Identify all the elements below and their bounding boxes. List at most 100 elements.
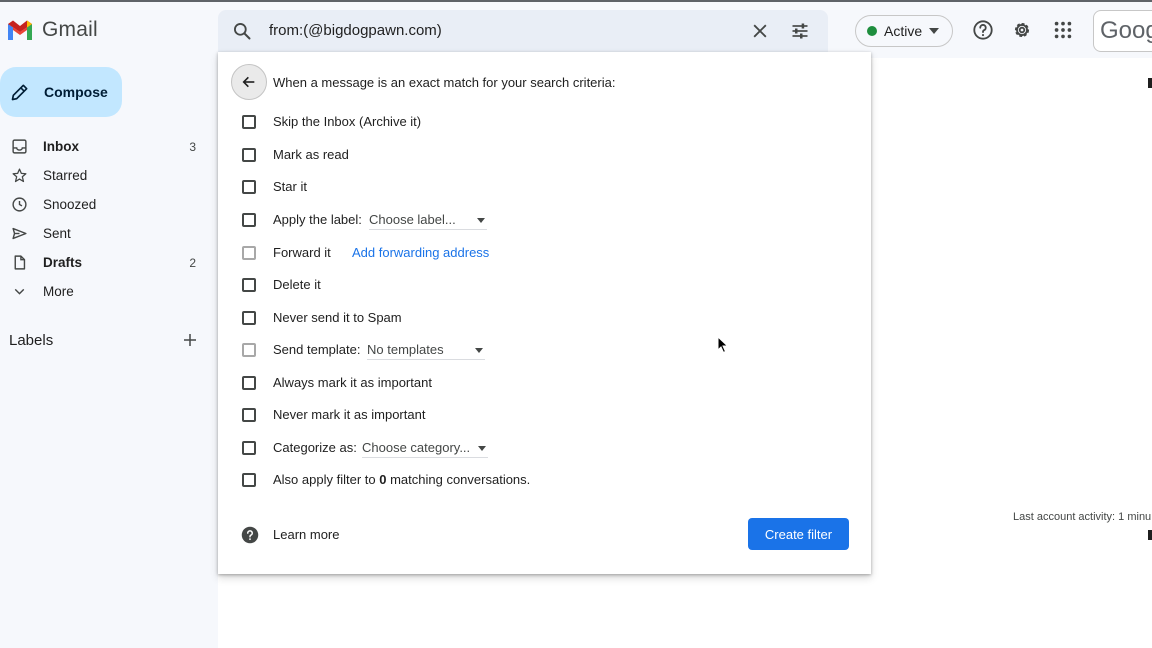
forward-checkbox[interactable] — [242, 246, 256, 260]
option-send-template: Send template: No templates — [242, 340, 502, 360]
also-apply-prefix: Also apply filter to — [273, 472, 376, 487]
option-label: Categorize as: — [273, 440, 357, 455]
option-label: Send template: — [273, 342, 361, 357]
caret-down-icon — [929, 28, 940, 34]
sidebar-item-label: Drafts — [43, 255, 83, 270]
help-circle-icon — [241, 526, 259, 544]
sidebar-item-drafts[interactable]: Drafts 2 — [0, 248, 210, 277]
sidebar-item-label: Sent — [43, 226, 71, 241]
option-label: Skip the Inbox (Archive it) — [273, 114, 422, 129]
mark-read-checkbox[interactable] — [242, 148, 256, 162]
option-never-spam: Never send it to Spam — [242, 308, 402, 328]
learn-more-link[interactable]: Learn more — [273, 527, 339, 542]
plus-icon[interactable] — [181, 331, 199, 349]
send-template-checkbox[interactable] — [242, 343, 256, 357]
option-also-apply: Also apply filter to 0 matching conversa… — [242, 470, 562, 490]
apply-label-checkbox[interactable] — [242, 213, 256, 227]
search-options-icon[interactable] — [790, 21, 810, 41]
sidebar-item-label: More — [43, 284, 74, 299]
option-forward: Forward it Add forwarding address — [242, 243, 542, 263]
gmail-logo[interactable]: Gmail — [6, 18, 98, 42]
gmail-m-icon — [8, 20, 32, 40]
create-filter-panel: When a message is an exact match for you… — [218, 52, 871, 574]
sidebar-item-starred[interactable]: Starred — [0, 161, 210, 190]
option-never-important: Never mark it as important — [242, 405, 425, 425]
label-select[interactable]: Choose label... — [369, 210, 487, 230]
never-important-checkbox[interactable] — [242, 408, 256, 422]
never-spam-checkbox[interactable] — [242, 311, 256, 325]
option-label: Delete it — [273, 277, 321, 292]
arrow-left-icon — [242, 76, 255, 88]
send-icon — [12, 227, 27, 240]
create-filter-button[interactable]: Create filter — [748, 518, 849, 550]
option-mark-read: Mark as read — [242, 145, 349, 165]
sidebar-item-label: Snoozed — [43, 197, 97, 212]
option-label: Forward it — [273, 245, 331, 260]
search-bar[interactable]: from:(@bigdogpawn.com) — [218, 10, 828, 52]
edge-control-fragment — [1148, 530, 1152, 540]
category-select[interactable]: Choose category... — [362, 438, 488, 458]
add-forwarding-address-link[interactable]: Add forwarding address — [352, 245, 489, 260]
caret-down-icon — [478, 446, 486, 451]
inbox-count: 3 — [189, 140, 196, 154]
close-icon[interactable] — [750, 21, 770, 41]
sidebar-item-sent[interactable]: Sent — [0, 219, 210, 248]
delete-checkbox[interactable] — [242, 278, 256, 292]
draft-icon — [14, 255, 26, 270]
gear-icon[interactable] — [1011, 19, 1033, 41]
category-select-value: Choose category... — [362, 440, 471, 455]
compose-label: Compose — [44, 84, 108, 100]
option-label: Always mark it as important — [273, 375, 432, 390]
matching-count: 0 — [379, 472, 387, 487]
template-select[interactable]: No templates — [367, 340, 485, 360]
template-select-value: No templates — [367, 342, 444, 357]
compose-button[interactable]: Compose — [0, 67, 122, 117]
create-filter-label: Create filter — [764, 526, 833, 542]
label-select-value: Choose label... — [369, 212, 456, 227]
also-apply-suffix: matching conversations. — [390, 472, 531, 487]
sidebar-item-snoozed[interactable]: Snoozed — [0, 190, 210, 219]
mouse-pointer-icon — [717, 336, 729, 354]
sidebar-item-more[interactable]: More — [0, 277, 210, 306]
edge-control-fragment — [1148, 78, 1152, 88]
option-apply-label: Apply the label: Choose label... — [242, 210, 502, 230]
caret-down-icon — [475, 348, 483, 353]
option-label: Star it — [273, 179, 307, 194]
google-logo-text: Goog — [1100, 17, 1152, 44]
sidebar-nav: Inbox 3 Starred Snoozed Sent Drafts 2 Mo… — [0, 132, 210, 306]
window-top-edge — [0, 0, 1152, 2]
option-label: Apply the label: — [273, 212, 362, 227]
option-label: Mark as read — [273, 147, 349, 162]
app-name: Gmail — [42, 18, 98, 41]
skip-inbox-checkbox[interactable] — [242, 115, 256, 129]
status-dropdown[interactable]: Active — [855, 15, 953, 47]
star-it-checkbox[interactable] — [242, 180, 256, 194]
labels-heading: Labels — [9, 332, 54, 349]
sidebar-item-label: Starred — [43, 168, 88, 183]
option-always-important: Always mark it as important — [242, 373, 432, 393]
sidebar-item-inbox[interactable]: Inbox 3 — [0, 132, 210, 161]
option-skip-inbox: Skip the Inbox (Archive it) — [242, 112, 421, 132]
google-account-button[interactable]: Goog — [1093, 10, 1152, 52]
option-categorize: Categorize as: Choose category... — [242, 438, 502, 458]
help-icon[interactable] — [972, 19, 994, 41]
pencil-icon — [11, 84, 28, 101]
status-label: Active — [884, 23, 923, 39]
option-star: Star it — [242, 177, 307, 197]
caret-down-icon — [477, 218, 485, 223]
drafts-count: 2 — [189, 256, 196, 270]
option-label: Never send it to Spam — [273, 310, 402, 325]
apps-grid-icon[interactable] — [1052, 19, 1074, 41]
search-query-text[interactable]: from:(@bigdogpawn.com) — [269, 22, 442, 39]
option-label: Also apply filter to 0 matching conversa… — [273, 472, 530, 487]
chevron-down-icon — [14, 288, 25, 295]
back-button[interactable] — [231, 64, 267, 100]
status-dot-icon — [867, 26, 877, 36]
inbox-icon — [12, 139, 27, 154]
always-important-checkbox[interactable] — [242, 376, 256, 390]
option-delete: Delete it — [242, 275, 321, 295]
categorize-checkbox[interactable] — [242, 441, 256, 455]
option-label: Never mark it as important — [273, 407, 426, 422]
search-icon[interactable] — [232, 21, 252, 41]
also-apply-checkbox[interactable] — [242, 473, 256, 487]
